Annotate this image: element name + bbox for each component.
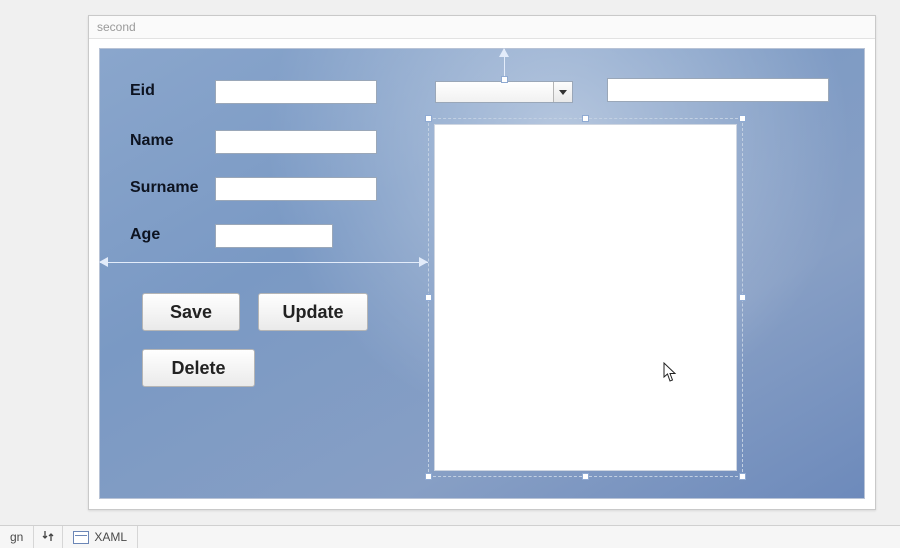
guide-horizontal bbox=[100, 262, 428, 263]
window-titlebar: second bbox=[89, 16, 875, 39]
window-title: second bbox=[97, 20, 136, 34]
label-eid: Eid bbox=[130, 82, 155, 100]
tab-design-label: gn bbox=[10, 530, 23, 544]
chevron-down-icon[interactable] bbox=[553, 82, 572, 102]
update-button[interactable]: Update bbox=[258, 293, 368, 331]
save-button[interactable]: Save bbox=[142, 293, 240, 331]
guide-vertical bbox=[504, 49, 505, 79]
arrowhead-right-icon bbox=[419, 257, 428, 267]
name-input[interactable] bbox=[215, 130, 377, 154]
surname-input[interactable] bbox=[215, 177, 377, 201]
delete-button[interactable]: Delete bbox=[142, 349, 255, 387]
designer-tab-strip: gn XAML bbox=[0, 525, 900, 548]
arrowhead-left-icon bbox=[99, 257, 108, 267]
tab-xaml-label: XAML bbox=[94, 530, 127, 544]
xaml-icon bbox=[73, 531, 89, 544]
eid-input[interactable] bbox=[215, 80, 377, 104]
arrowhead-up-icon bbox=[499, 48, 509, 57]
swap-icon bbox=[42, 530, 54, 545]
tab-swap[interactable] bbox=[34, 526, 63, 548]
tab-xaml[interactable]: XAML bbox=[63, 526, 138, 548]
label-name: Name bbox=[130, 132, 174, 150]
label-surname: Surname bbox=[130, 179, 198, 197]
top-right-input[interactable] bbox=[607, 78, 829, 102]
ide-designer-stage: second Eid Name Surname Age bbox=[0, 0, 900, 548]
window-content: Eid Name Surname Age bbox=[99, 48, 865, 499]
right-panel[interactable] bbox=[434, 124, 737, 471]
tab-design[interactable]: gn bbox=[0, 526, 34, 548]
age-input[interactable] bbox=[215, 224, 333, 248]
combo-box[interactable] bbox=[435, 81, 573, 103]
label-age: Age bbox=[130, 226, 160, 244]
wpf-window: second Eid Name Surname Age bbox=[88, 15, 876, 510]
